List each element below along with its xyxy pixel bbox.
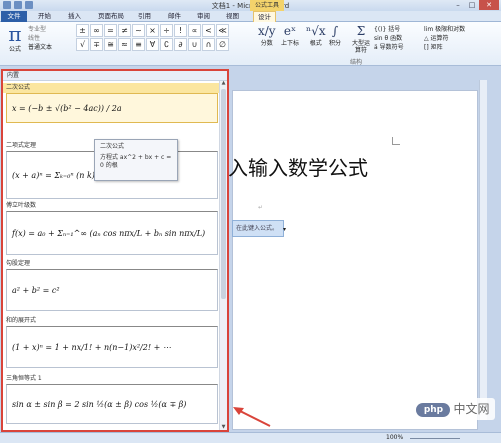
minimize-button[interactable]: – bbox=[451, 0, 465, 10]
tab-review[interactable]: 审阅 bbox=[193, 11, 214, 22]
gallery-header: 内置 bbox=[3, 71, 227, 81]
symbol[interactable]: ∩ bbox=[202, 38, 215, 51]
tooltip-title: 二次公式 bbox=[100, 143, 125, 150]
symbol[interactable]: ≈ bbox=[118, 38, 131, 51]
symbol[interactable]: ≅ bbox=[104, 38, 117, 51]
symbol[interactable]: ≠ bbox=[118, 24, 131, 37]
ribbon-tabs: 文件 开始 插入 页面布局 引用 邮件 审阅 视图 设计 bbox=[0, 11, 501, 22]
zoom-level: 100% bbox=[386, 434, 404, 441]
scroll-down-icon[interactable]: ▼ bbox=[220, 424, 227, 430]
symbol-gallery: ± ∞ = ≠ ~ × ÷ ! ∝ < ≪ √ ∓ ≅ ≈ ≡ ∀ ∁ ∂ ∪ … bbox=[76, 24, 229, 51]
gallery-item-quadratic[interactable]: 二次公式 x = (−b ± √(b² − 4ac)) / 2a bbox=[3, 83, 221, 123]
symbol[interactable]: ≪ bbox=[216, 24, 229, 37]
symbol[interactable]: ∝ bbox=[188, 24, 201, 37]
fraction-button[interactable]: x/y 分数 bbox=[258, 24, 276, 47]
professional-button[interactable]: 专业型 bbox=[28, 25, 52, 34]
symbol[interactable]: ~ bbox=[132, 24, 145, 37]
gallery-item-fourier[interactable]: 傅立叶级数 f(x) = a₀ + Σₙ₌₁^∞ (aₙ cos nπx/L +… bbox=[3, 201, 221, 255]
gallery-item-trig-identity[interactable]: 三角恒等式 1 sin α ± sin β = 2 sin ½(α ± β) c… bbox=[3, 374, 221, 424]
tab-design[interactable]: 设计 bbox=[253, 11, 276, 22]
normal-text-button[interactable]: 普通文本 bbox=[28, 43, 52, 52]
gallery-item-pythagorean[interactable]: 勾股定理 a² + b² = c² bbox=[3, 259, 221, 311]
symbol[interactable]: ∁ bbox=[160, 38, 173, 51]
operator-button[interactable]: △ 运算符 bbox=[424, 34, 465, 43]
watermark: php 中文网 bbox=[411, 398, 495, 420]
structures-group-label: 结构 bbox=[350, 59, 363, 66]
close-button[interactable]: ✕ bbox=[479, 0, 499, 10]
tooltip: 二次公式 方程式 ax^2 + bx + c = 0 的根 bbox=[94, 139, 178, 181]
scroll-up-icon[interactable]: ▲ bbox=[220, 80, 227, 86]
symbol[interactable]: ∅ bbox=[216, 38, 229, 51]
symbol[interactable]: ! bbox=[174, 24, 187, 37]
symbol[interactable]: ∪ bbox=[188, 38, 201, 51]
radical-button[interactable]: ⁿ√x 根式 bbox=[306, 24, 326, 47]
formula-preview: (1 + x)ⁿ = 1 + nx/1! + n(n−1)x²/2! + ⋯ bbox=[6, 326, 218, 368]
watermark-text: 中文网 bbox=[453, 402, 490, 416]
tools-group: 专业型 线性 普通文本 bbox=[28, 25, 52, 52]
tab-insert[interactable]: 插入 bbox=[64, 11, 85, 22]
matrix-button[interactable]: [] 矩阵 bbox=[424, 43, 465, 52]
symbol[interactable]: < bbox=[202, 24, 215, 37]
pi-icon: π bbox=[8, 22, 22, 46]
equation-button[interactable]: π 公式 bbox=[5, 24, 25, 53]
scroll-thumb[interactable] bbox=[221, 89, 226, 299]
structure-list-2: lim 极限和对数 △ 运算符 [] 矩阵 bbox=[424, 25, 465, 52]
tab-mailings[interactable]: 邮件 bbox=[164, 11, 185, 22]
function-button[interactable]: sin θ 函数 bbox=[374, 34, 404, 43]
equation-placeholder[interactable]: 在此键入公式。 bbox=[232, 220, 284, 237]
tab-page-layout[interactable]: 页面布局 bbox=[94, 11, 128, 22]
equation-options-icon[interactable]: ▾ bbox=[283, 226, 286, 233]
document-heading: 入输入数学公式 bbox=[228, 156, 368, 180]
script-button[interactable]: eˣ 上下标 bbox=[281, 24, 299, 47]
symbol[interactable]: ∀ bbox=[146, 38, 159, 51]
formula-preview: sin α ± sin β = 2 sin ½(α ± β) cos ½(α ∓… bbox=[6, 384, 218, 424]
tab-file[interactable]: 文件 bbox=[1, 11, 27, 22]
symbol[interactable]: = bbox=[104, 24, 117, 37]
large-operator-button[interactable]: Σ 大型运算符 bbox=[350, 24, 372, 54]
symbol[interactable]: ∓ bbox=[90, 38, 103, 51]
equation-gallery-panel: 内置 二次公式 x = (−b ± √(b² − 4ac)) / 2a 二项式定… bbox=[1, 69, 229, 432]
tooltip-body: 方程式 ax^2 + bx + c = 0 的根 bbox=[100, 154, 172, 169]
accent-button[interactable]: ä 导数符号 bbox=[374, 43, 404, 52]
gallery-scrollbar[interactable]: ▲ ▼ bbox=[219, 80, 227, 430]
symbol[interactable]: ∂ bbox=[174, 38, 187, 51]
symbol[interactable]: ± bbox=[76, 24, 89, 37]
formula-preview: a² + b² = c² bbox=[6, 269, 218, 311]
tab-home[interactable]: 开始 bbox=[34, 11, 55, 22]
limit-log-button[interactable]: lim 极限和对数 bbox=[424, 25, 465, 34]
context-tab-label: 公式工具 bbox=[250, 0, 284, 11]
formula-preview: x = (−b ± √(b² − 4ac)) / 2a bbox=[6, 93, 218, 123]
vertical-scrollbar[interactable] bbox=[479, 80, 487, 420]
zoom-slider[interactable] bbox=[410, 438, 460, 439]
symbol[interactable]: ∞ bbox=[90, 24, 103, 37]
title-bar: 文档1 - Microsoft Word 公式工具 – □ ✕ bbox=[0, 0, 501, 11]
annotation-arrow-icon bbox=[233, 407, 271, 427]
tab-view[interactable]: 视图 bbox=[222, 11, 243, 22]
symbol[interactable]: √ bbox=[76, 38, 89, 51]
symbol[interactable]: × bbox=[146, 24, 159, 37]
structure-list-1: {()} 括号 sin θ 函数 ä 导数符号 bbox=[374, 25, 404, 52]
tab-references[interactable]: 引用 bbox=[134, 11, 155, 22]
formula-preview: f(x) = a₀ + Σₙ₌₁^∞ (aₙ cos nπx/L + bₙ si… bbox=[6, 211, 218, 255]
linear-button[interactable]: 线性 bbox=[28, 34, 52, 43]
gallery-item-expansion[interactable]: 和的展开式 (1 + x)ⁿ = 1 + nx/1! + n(n−1)x²/2!… bbox=[3, 316, 221, 368]
bracket-button[interactable]: {()} 括号 bbox=[374, 25, 404, 34]
paragraph-mark: ↵ bbox=[258, 204, 264, 211]
ribbon: π 公式 专业型 线性 普通文本 ± ∞ = ≠ ~ × ÷ ! ∝ < ≪ √… bbox=[0, 22, 501, 66]
symbol[interactable]: ÷ bbox=[160, 24, 173, 37]
document-page[interactable] bbox=[232, 90, 478, 430]
margin-marker bbox=[392, 137, 400, 145]
watermark-logo: php bbox=[416, 402, 451, 417]
status-bar: 100% bbox=[0, 432, 501, 443]
maximize-button[interactable]: □ bbox=[465, 0, 479, 10]
integral-button[interactable]: ∫ 积分 bbox=[329, 24, 341, 47]
symbol[interactable]: ≡ bbox=[132, 38, 145, 51]
